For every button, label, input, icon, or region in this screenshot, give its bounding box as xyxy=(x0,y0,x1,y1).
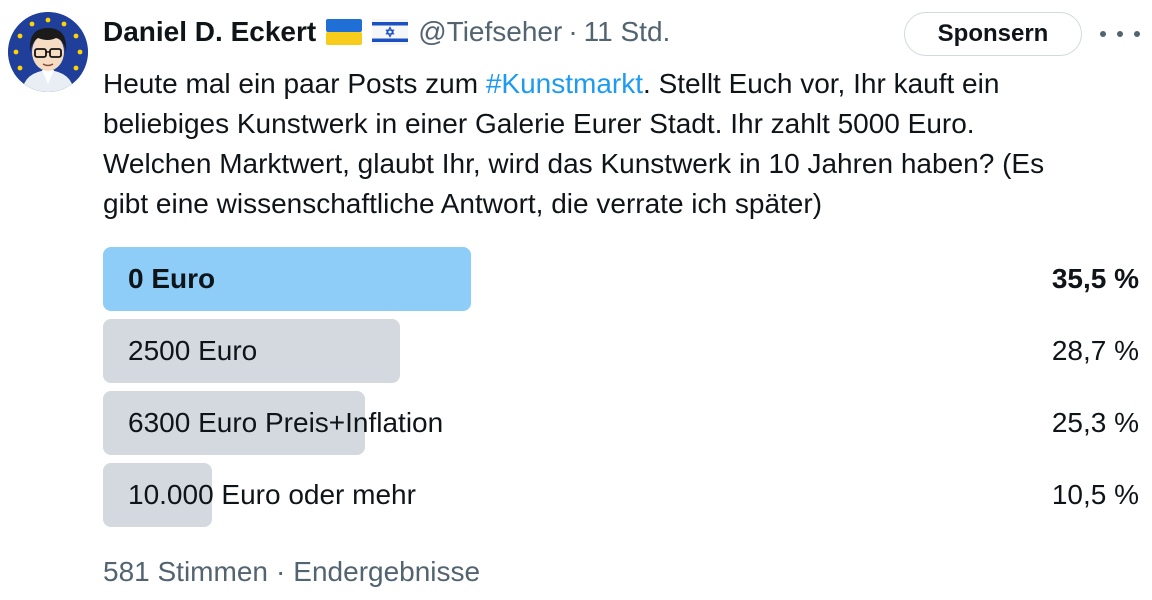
tweet-text-line: Welchen Marktwert, glaubt Ihr, wird das … xyxy=(103,148,1045,179)
header-separator: · xyxy=(568,16,578,47)
more-dot xyxy=(1100,31,1106,37)
poll-option: 10.000 Euro oder mehr 10,5 % xyxy=(103,463,1139,527)
poll-status: Endergebnisse xyxy=(293,556,481,587)
tweet-text-segment: Heute mal ein paar Posts zum xyxy=(103,68,486,99)
tweet-text-line: Heute mal ein paar Posts zum #Kunstmarkt… xyxy=(103,64,1113,104)
poll-option: 6300 Euro Preis+Inflation 25,3 % xyxy=(103,391,1139,455)
tweet-header: Daniel D. Eckert @Tiefseher · 11 Std. xyxy=(103,12,670,52)
poll-footer: 581 Stimmen · Endergebnisse xyxy=(103,552,480,592)
ukraine-flag-icon xyxy=(326,19,363,45)
poll-option-percent: 25,3 % xyxy=(1051,407,1139,438)
more-dot xyxy=(1134,31,1140,37)
poll-option: 2500 Euro 28,7 % xyxy=(103,319,1139,383)
tweet-text: Heute mal ein paar Posts zum #Kunstmarkt… xyxy=(103,64,1113,224)
poll-option-percent: 10,5 % xyxy=(1051,479,1139,510)
tweet-text-line: beliebiges Kunstwerk in einer Galerie Eu… xyxy=(103,108,975,139)
footer-separator: · xyxy=(275,556,286,587)
poll-option-label: 10.000 Euro oder mehr xyxy=(128,479,416,510)
poll-option-label: 0 Euro xyxy=(128,263,216,294)
author-name[interactable]: Daniel D. Eckert xyxy=(103,16,316,48)
poll: 0 Euro 35,5 % 2500 Euro 28,7 % 6300 Euro… xyxy=(103,247,1139,535)
tweet-text-line: gibt eine wissenschaftliche Antwort, die… xyxy=(103,188,823,219)
more-dot xyxy=(1117,31,1123,37)
sponsor-button[interactable]: Sponsern xyxy=(904,12,1082,56)
author-handle[interactable]: @Tiefseher xyxy=(418,16,562,48)
avatar-image xyxy=(8,12,88,92)
more-horizontal-icon[interactable] xyxy=(1100,22,1140,46)
poll-option: 0 Euro 35,5 % xyxy=(103,247,1139,311)
poll-option-percent: 35,5 % xyxy=(1051,263,1139,294)
poll-option-label: 2500 Euro xyxy=(128,335,258,366)
poll-option-percent: 28,7 % xyxy=(1051,335,1139,366)
israel-flag-icon xyxy=(372,19,409,45)
hashtag-link[interactable]: #Kunstmarkt xyxy=(486,68,643,99)
vote-count: 581 Stimmen xyxy=(103,556,268,587)
tweet: Daniel D. Eckert @Tiefseher · 11 Std. Sp… xyxy=(0,0,1152,600)
tweet-text-segment: . Stellt Euch vor, Ihr kauft ein xyxy=(643,68,1000,99)
avatar[interactable] xyxy=(8,12,88,92)
poll-option-label: 6300 Euro Preis+Inflation xyxy=(128,407,444,438)
timestamp[interactable]: 11 Std. xyxy=(584,16,671,48)
